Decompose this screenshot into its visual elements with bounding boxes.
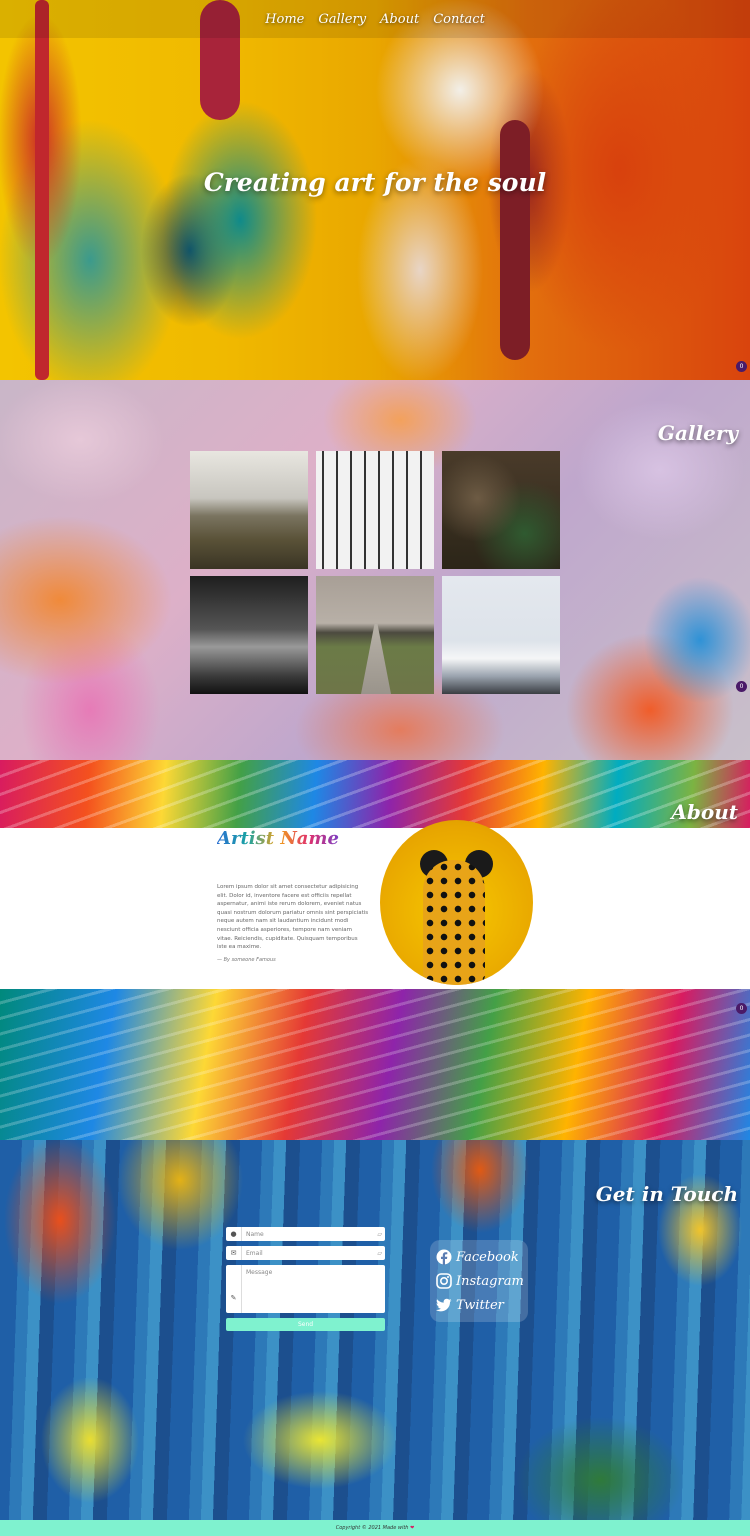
autofill-icon: ▱	[377, 1230, 382, 1238]
gallery-image-sketch[interactable]	[316, 451, 434, 569]
facebook-label: Facebook	[456, 1249, 519, 1265]
indicator-badge[interactable]: 0	[736, 361, 747, 372]
hero-section: Home Gallery About Contact Creating art …	[0, 0, 750, 380]
gallery-image-tree-road[interactable]	[316, 576, 434, 694]
gallery-grid	[190, 451, 560, 694]
message-field[interactable]: ✎ Message	[226, 1265, 385, 1313]
nav-gallery[interactable]: Gallery	[318, 12, 366, 27]
autofill-icon: ▱	[377, 1249, 382, 1257]
gallery-image-landscape[interactable]	[190, 451, 308, 569]
twitter-link[interactable]: Twitter	[436, 1293, 528, 1317]
gallery-section: Gallery 0	[0, 380, 750, 760]
email-field[interactable]: ✉ Email ▱	[226, 1246, 385, 1260]
artist-bio: Lorem ipsum dolor sit amet consectetur a…	[217, 884, 369, 951]
gallery-image-snow-mountains[interactable]	[442, 576, 560, 694]
copyright-text: Copyright © 2021 Made with	[335, 1525, 409, 1531]
twitter-label: Twitter	[456, 1297, 504, 1313]
instagram-link[interactable]: Instagram	[436, 1269, 528, 1293]
send-button[interactable]: Send	[226, 1318, 385, 1331]
about-content	[0, 828, 750, 989]
indicator-badge[interactable]: 0	[736, 1003, 747, 1014]
hero-title: Creating art for the soul	[203, 168, 547, 197]
portrait-face	[423, 860, 485, 985]
instagram-label: Instagram	[456, 1273, 524, 1289]
contact-heading: Get in Touch	[595, 1182, 738, 1206]
artist-name: Artist Name	[217, 828, 339, 849]
contact-form: ● Name ▱ ✉ Email ▱ ✎ Message Send	[226, 1227, 385, 1331]
about-banner-bottom: 0	[0, 989, 750, 1140]
message-placeholder: Message	[246, 1269, 273, 1276]
gallery-image-forest-floor[interactable]	[442, 451, 560, 569]
instagram-icon	[436, 1273, 452, 1289]
heart-icon: ❤	[410, 1525, 415, 1531]
nav-about[interactable]: About	[380, 12, 419, 27]
about-heading: About	[671, 800, 738, 824]
indicator-badge[interactable]: 0	[736, 681, 747, 692]
facebook-icon	[436, 1249, 452, 1265]
email-placeholder: Email	[246, 1249, 263, 1257]
artist-portrait	[380, 820, 533, 985]
envelope-icon: ✉	[226, 1246, 242, 1260]
footer: Copyright © 2021 Made with ❤	[0, 1520, 750, 1536]
facebook-link[interactable]: Facebook	[436, 1245, 528, 1269]
nav-contact[interactable]: Contact	[433, 12, 485, 27]
user-icon: ●	[226, 1227, 242, 1241]
nav-home[interactable]: Home	[265, 12, 304, 27]
social-links: Facebook Instagram Twitter	[430, 1240, 528, 1322]
twitter-icon	[436, 1298, 452, 1312]
about-banner-top: About	[0, 760, 750, 828]
name-placeholder: Name	[246, 1230, 264, 1238]
pencil-icon: ✎	[226, 1265, 242, 1313]
name-field[interactable]: ● Name ▱	[226, 1227, 385, 1241]
top-nav: Home Gallery About Contact	[0, 0, 750, 38]
gallery-image-tree-tunnel[interactable]	[190, 576, 308, 694]
gallery-heading: Gallery	[657, 421, 738, 445]
artist-quote: — By someone Famous	[217, 957, 276, 963]
